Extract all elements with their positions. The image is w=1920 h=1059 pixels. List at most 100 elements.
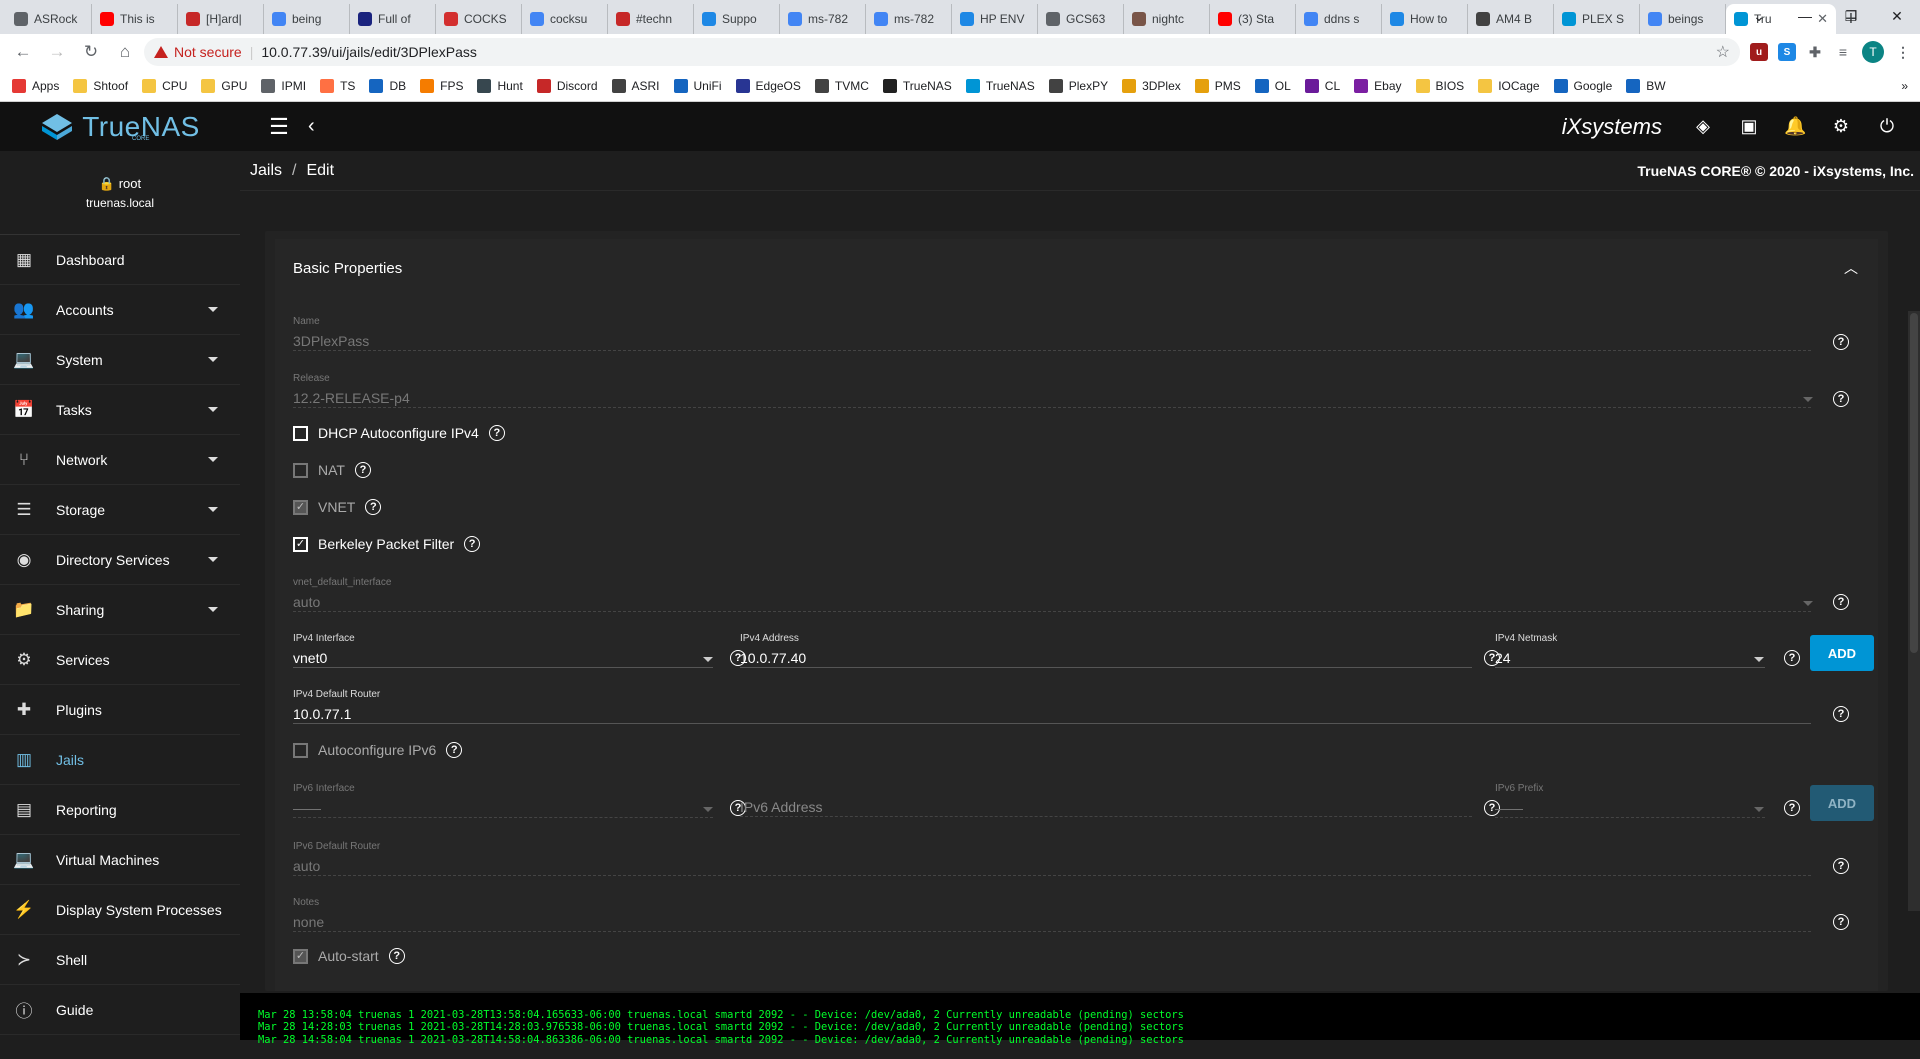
vnet-checkbox-box[interactable]: ✓	[293, 499, 308, 515]
autoconfigure-ipv6-checkbox[interactable]: Autoconfigure IPv6 ?	[293, 742, 463, 758]
url-text[interactable]: 10.0.77.39/ui/jails/edit/3DPlexPass	[261, 44, 477, 60]
nat-checkbox[interactable]: NAT ?	[293, 462, 371, 478]
autoconfigure-ipv6-help-icon[interactable]: ?	[446, 742, 463, 758]
autostart-checkbox[interactable]: ✓ Auto-start ?	[293, 948, 405, 964]
sidebar-item-virtual-machines[interactable]: 💻 Virtual Machines	[0, 835, 240, 885]
ipv6-default-router-help-icon[interactable]: ?	[1833, 858, 1849, 874]
browser-tab[interactable]: nightc	[1124, 4, 1210, 34]
browser-tab[interactable]: ms-782	[780, 4, 866, 34]
notes-value[interactable]: none	[293, 912, 1811, 932]
release-value[interactable]: 12.2-RELEASE-p4	[293, 388, 1811, 408]
collapse-sidebar-icon[interactable]: ‹	[308, 115, 315, 138]
browser-tab[interactable]: ddns s	[1296, 4, 1382, 34]
browser-tab[interactable]: #techn	[608, 4, 694, 34]
ipv6-prefix-value[interactable]: ——	[1495, 798, 1765, 818]
vnet-help-icon[interactable]: ?	[365, 499, 382, 515]
bookmark-item[interactable]: TrueNAS	[965, 78, 1035, 93]
breadcrumb-jails[interactable]: Jails	[250, 162, 282, 180]
bookmark-item[interactable]: EdgeOS	[735, 78, 801, 93]
browser-tab[interactable]: being	[264, 4, 350, 34]
ipv4-netmask-dropdown-icon[interactable]	[1754, 657, 1764, 662]
directory-services-monitor-icon[interactable]: ▣	[1738, 116, 1760, 137]
close-window-button[interactable]: ✕	[1874, 0, 1920, 32]
browser-tab[interactable]: (3) Sta	[1210, 4, 1296, 34]
nat-help-icon[interactable]: ?	[354, 462, 371, 478]
bookmark-item[interactable]: TS	[320, 78, 355, 93]
browser-tab[interactable]: AM4 B	[1468, 4, 1554, 34]
ipv4-add-button[interactable]: ADD	[1810, 635, 1874, 671]
browser-tab[interactable]: This is	[92, 4, 178, 34]
browser-tab[interactable]: HP ENV	[952, 4, 1038, 34]
ipv4-default-router-field[interactable]: IPv4 Default Router 10.0.77.1	[293, 689, 1811, 724]
bookmark-item[interactable]: 3DPlex	[1122, 78, 1181, 93]
home-button[interactable]: ⌂	[110, 37, 140, 67]
bookmark-item[interactable]: GPU	[201, 78, 247, 93]
bookmark-item[interactable]: TrueNAS	[882, 78, 952, 93]
sidebar-item-sharing[interactable]: 📁 Sharing	[0, 585, 240, 635]
address-bar[interactable]: Not secure | 10.0.77.39/ui/jails/edit/3D…	[144, 38, 1740, 66]
vnet-default-interface-dropdown-icon[interactable]	[1803, 601, 1813, 606]
name-value[interactable]: 3DPlexPass	[293, 331, 1811, 351]
sidebar-item-network[interactable]: ⑂ Network	[0, 435, 240, 485]
sidebar-item-storage[interactable]: ☰ Storage	[0, 485, 240, 535]
autostart-help-icon[interactable]: ?	[388, 948, 405, 964]
media-queue-icon[interactable]: ≡	[1834, 43, 1852, 61]
bookmark-item[interactable]: BIOS	[1415, 78, 1464, 93]
minimize-button[interactable]: —	[1782, 0, 1828, 32]
bookmark-item[interactable]: CL	[1304, 78, 1340, 93]
ipv4-default-router-value[interactable]: 10.0.77.1	[293, 704, 1811, 724]
ipv4-interface-dropdown-icon[interactable]	[703, 657, 713, 662]
dhcp-checkbox-box[interactable]	[293, 425, 308, 441]
scrollbar-thumb[interactable]	[1910, 313, 1918, 653]
vnet-default-interface-field[interactable]: vnet_default_interface auto	[293, 577, 1811, 612]
bookmark-item[interactable]: Ebay	[1354, 78, 1402, 93]
bookmark-item[interactable]: OL	[1254, 78, 1291, 93]
notes-help-icon[interactable]: ?	[1833, 914, 1849, 930]
ipv6-add-button[interactable]: ADD	[1810, 785, 1874, 821]
bookmark-item[interactable]: PlexPY	[1048, 78, 1108, 93]
ipv4-address-value[interactable]: 10.0.77.40	[740, 648, 1472, 668]
bookmark-item[interactable]: CPU	[142, 78, 187, 93]
release-help-icon[interactable]: ?	[1833, 391, 1849, 407]
section-header[interactable]: Basic Properties ︿	[275, 239, 1878, 297]
ipv4-address-field[interactable]: IPv4 Address 10.0.77.40	[740, 633, 1472, 668]
ipv4-netmask-help-icon[interactable]: ?	[1784, 650, 1800, 666]
ipv6-interface-dropdown-icon[interactable]	[703, 807, 713, 812]
sidebar-item-directory-services[interactable]: ◉ Directory Services	[0, 535, 240, 585]
extensions-puzzle-icon[interactable]: ✚	[1806, 43, 1824, 61]
browser-tab[interactable]: ASRock	[6, 4, 92, 34]
browser-tab[interactable]: Full of	[350, 4, 436, 34]
ipv4-default-router-help-icon[interactable]: ?	[1833, 706, 1849, 722]
notes-field[interactable]: Notes none	[293, 897, 1811, 932]
bookmark-item[interactable]: Apps	[12, 78, 59, 93]
forward-button[interactable]: →	[42, 37, 72, 67]
vnet-default-interface-help-icon[interactable]: ?	[1833, 594, 1849, 610]
browser-tab[interactable]: How to	[1382, 4, 1468, 34]
hamburger-menu-icon[interactable]: ☰	[264, 114, 294, 140]
bpf-checkbox-box[interactable]: ✓	[293, 536, 308, 552]
notifications-bell-icon[interactable]: 🔔	[1784, 116, 1806, 137]
bookmark-item[interactable]: UniFi	[673, 78, 722, 93]
s-extension-icon[interactable]: S	[1778, 43, 1796, 61]
bookmark-item[interactable]: DB	[369, 78, 406, 93]
bookmark-star-icon[interactable]: ☆	[1716, 42, 1730, 62]
settings-gear-icon[interactable]: ⚙	[1830, 116, 1852, 137]
bookmark-item[interactable]: BW	[1626, 78, 1666, 93]
ublock-extension-icon[interactable]: u	[1750, 43, 1768, 61]
ipv4-netmask-field[interactable]: IPv4 Netmask 24	[1495, 633, 1765, 668]
tab-search-icon[interactable]: ⌄	[1736, 0, 1782, 32]
ipv6-default-router-value[interactable]: auto	[293, 856, 1811, 876]
not-secure-indicator[interactable]: Not secure	[154, 44, 242, 60]
bookmark-item[interactable]: IPMI	[261, 78, 306, 93]
ipv6-address-field[interactable]: IPv6 Address	[740, 797, 1472, 817]
truecommand-icon[interactable]: ◈	[1692, 116, 1714, 137]
browser-menu-icon[interactable]: ⋮	[1894, 43, 1912, 61]
ipv6-prefix-help-icon[interactable]: ?	[1784, 800, 1800, 816]
bookmark-item[interactable]: TVMC	[814, 78, 869, 93]
browser-tab[interactable]: Suppo	[694, 4, 780, 34]
ipv6-interface-field[interactable]: IPv6 Interface ——	[293, 783, 713, 818]
power-icon[interactable]: ⏻	[1876, 116, 1898, 137]
reload-button[interactable]: ↻	[76, 37, 106, 67]
bpf-checkbox[interactable]: ✓ Berkeley Packet Filter ?	[293, 536, 481, 552]
bpf-help-icon[interactable]: ?	[464, 536, 481, 552]
